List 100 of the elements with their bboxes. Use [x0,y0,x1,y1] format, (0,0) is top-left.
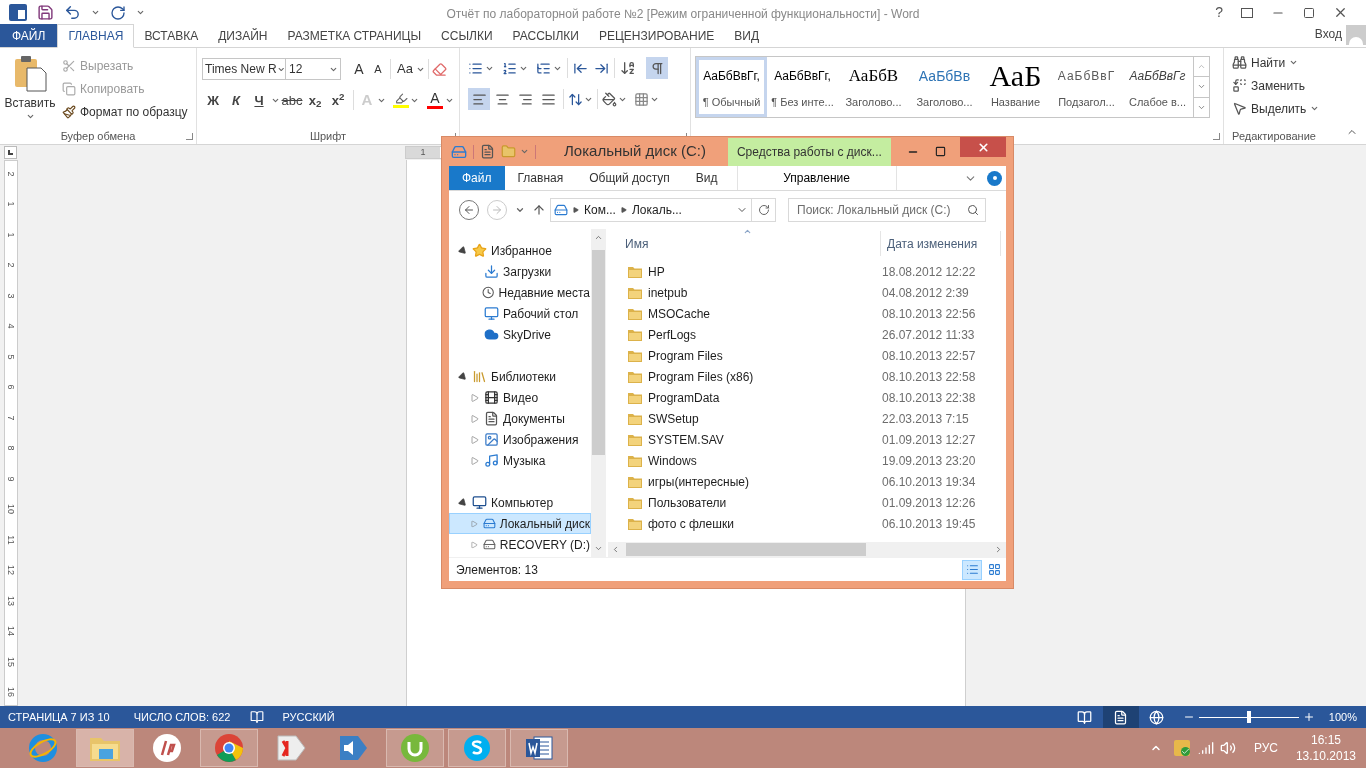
style-item[interactable]: АаБбВ Заголово... [838,57,909,117]
dialog-launcher-icon[interactable] [1213,133,1220,140]
address-bar[interactable]: Ком... Локаль... [550,198,752,222]
editing-button[interactable]: Найти [1232,53,1324,72]
network-app-icon[interactable] [1173,740,1190,756]
column-header[interactable]: Дата изменения [881,231,1001,256]
breadcrumb[interactable]: Ком... [584,201,616,219]
style-item[interactable]: АаБбВвГ Подзагол... [1051,57,1122,117]
sign-in-link[interactable]: Вход [1314,25,1346,47]
word-logo-icon[interactable] [9,4,27,21]
zoom-level[interactable]: 100% [1328,708,1357,726]
search-field[interactable]: Поиск: Локальный диск (C:) [788,198,986,222]
undo-icon[interactable] [64,4,81,21]
file-name[interactable]: фото с флешки [648,514,882,533]
file-name[interactable]: MSOCache [648,304,882,323]
ribbon-tab[interactable]: ССЫЛКИ [431,24,503,47]
view-button[interactable] [1102,706,1139,728]
font-size-field[interactable]: 12 [286,58,341,80]
breadcrumb-arrow-icon[interactable] [620,207,627,213]
ribbon-tab[interactable]: РАЗМЕТКА СТРАНИЦЫ [277,24,432,47]
nav-item[interactable]: Загрузки [449,261,591,282]
vertical-scrollbar[interactable] [591,229,606,557]
format-button[interactable]: Ж [202,90,224,111]
language-indicator[interactable]: РУССКИЙ [282,708,335,726]
scroll-up-icon[interactable] [594,233,603,242]
ribbon-tab[interactable]: РЕЦЕНЗИРОВАНИЕ [588,24,725,47]
nav-item[interactable]: Библиотеки [449,366,591,387]
ribbon-display-icon[interactable] [1241,7,1253,18]
file-name[interactable]: HP [648,262,882,281]
redo-icon[interactable] [110,4,126,21]
nav-item[interactable]: Избранное [449,240,591,261]
nav-item[interactable]: Рабочий стол [449,303,591,324]
ribbon-tab[interactable]: Управление [736,166,897,190]
collapsed-icon[interactable] [471,435,479,444]
drive-icon[interactable] [451,143,467,160]
tab-selector-icon[interactable] [4,146,17,159]
nav-item[interactable]: Локальный диск [449,513,591,534]
editing-button[interactable]: Выделить [1232,99,1324,118]
format-button[interactable]: x$^{2}$ [327,90,349,111]
ribbon-tab[interactable]: ГЛАВНАЯ [57,24,135,48]
file-name[interactable]: PerfLogs [648,325,882,344]
breadcrumb[interactable]: Локаль... [631,201,682,219]
page-count[interactable]: СТРАНИЦА 7 ИЗ 10 [8,708,110,726]
file-name[interactable]: Program Files [648,346,882,365]
close-icon[interactable] [1333,5,1348,20]
close-button[interactable] [960,137,1006,157]
file-tab[interactable]: Файл [449,166,505,190]
maximize-icon[interactable] [935,146,946,157]
numbering-icon[interactable] [502,60,517,76]
nav-item[interactable]: Видео [449,387,591,408]
ribbon-tab[interactable]: Общий доступ [576,166,683,190]
format-button[interactable]: x$_{2}$ [304,90,326,111]
font-color-button[interactable]: A [426,91,444,110]
zoom-in-icon[interactable] [1302,711,1315,723]
shading-icon[interactable] [602,91,617,107]
zoom-slider[interactable] [1198,711,1299,723]
borders-icon[interactable] [634,91,649,107]
collapsed-icon[interactable] [471,393,479,402]
nav-item[interactable]: Музыка [449,450,591,471]
file-name[interactable]: Пользователи [648,493,882,512]
dialog-launcher-icon[interactable] [186,133,193,140]
grow-font-button[interactable]: A [349,58,369,80]
shrink-font-button[interactable]: A [369,60,387,78]
ribbon-tab[interactable]: ВСТАВКА [134,24,209,47]
ribbon-tab[interactable]: РАССЫЛКИ [502,24,589,47]
expanded-icon[interactable] [457,244,469,257]
help-button[interactable]: ? [1215,2,1223,23]
font-name-field[interactable]: Times New R [202,58,286,80]
scroll-left-icon[interactable] [611,545,620,554]
style-item[interactable]: АаБ Название [980,57,1051,117]
editing-button[interactable]: Заменить [1232,76,1324,95]
expanded-icon[interactable] [457,496,469,509]
eraser-icon[interactable] [432,61,447,77]
highlight-icon[interactable] [393,92,409,109]
ribbon-tab[interactable]: Главная [504,166,577,190]
clipboard-button[interactable]: Формат по образцу [62,102,188,121]
nav-item[interactable]: Изображения [449,429,591,450]
taskbar-button[interactable] [200,729,258,767]
nav-item[interactable]: Недавние места [449,282,591,303]
breadcrumb-arrow-icon[interactable] [573,207,579,213]
word-count[interactable]: ЧИСЛО СЛОВ: 622 [133,708,231,726]
file-name[interactable]: игры(интересные) [648,472,882,491]
refresh-button[interactable] [752,198,776,222]
nav-item[interactable]: Компьютер [449,492,591,513]
style-item[interactable]: АаБбВвГг, ¶ Обычный [696,57,767,117]
show-marks-button[interactable] [646,57,668,79]
expanded-icon[interactable] [457,370,469,383]
multilevel-list-icon[interactable] [536,60,551,76]
file-name[interactable]: SYSTEM.SAV [648,430,882,449]
file-name[interactable]: SWSetup [648,409,882,428]
proofing-icon[interactable] [250,710,265,724]
column-header[interactable]: Имя [608,231,881,256]
format-button[interactable]: abc [281,90,303,111]
style-item[interactable]: АаБбВвГг Слабое в... [1122,57,1193,117]
file-name[interactable]: Program Files (x86) [648,367,882,386]
style-item[interactable]: АаБбВв Заголово... [909,57,980,117]
sort-icon[interactable] [620,60,636,76]
nav-item[interactable]: SkyDrive [449,324,591,345]
paste-button[interactable]: Вставить [4,54,56,128]
maximize-icon[interactable] [1303,6,1315,19]
